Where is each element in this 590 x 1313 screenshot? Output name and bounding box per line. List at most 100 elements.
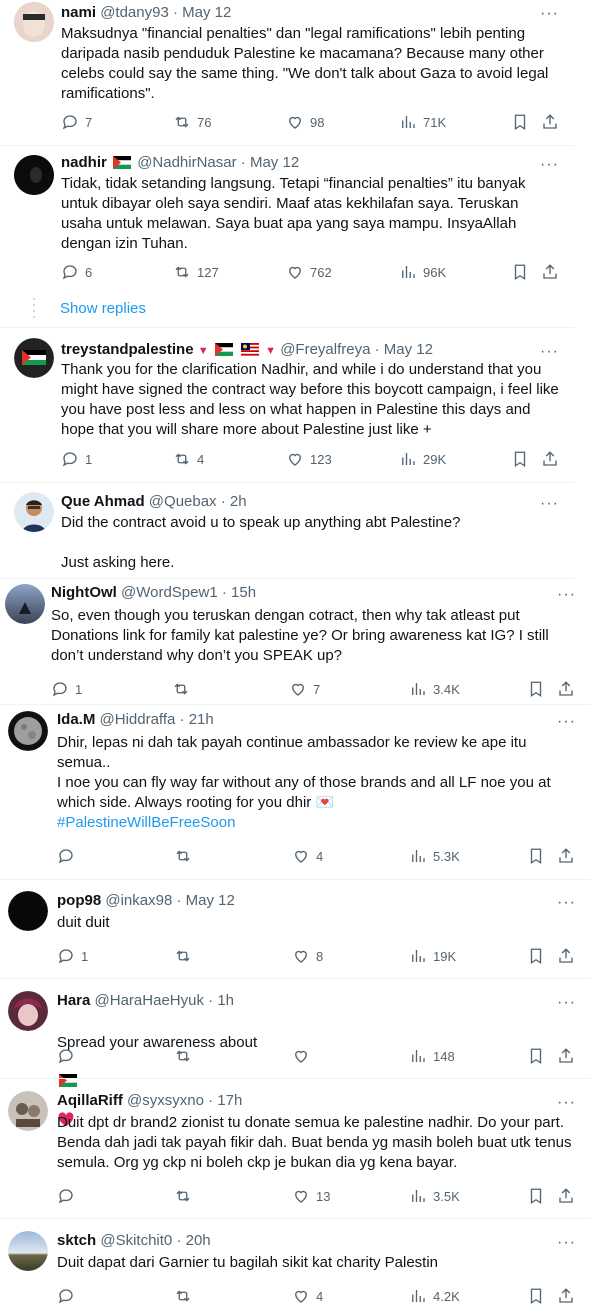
- author-name[interactable]: sktch: [57, 1232, 96, 1249]
- author-name[interactable]: AqillaRiff: [57, 1092, 123, 1109]
- author-name[interactable]: nadhir: [61, 154, 107, 171]
- author-handle[interactable]: @Skitchit0: [100, 1232, 172, 1249]
- like-button[interactable]: 98: [286, 112, 324, 132]
- bookmark-button[interactable]: [527, 1046, 545, 1066]
- avatar[interactable]: [8, 1231, 48, 1271]
- repost-button[interactable]: [174, 1286, 198, 1306]
- views-button[interactable]: 148: [409, 1046, 455, 1066]
- like-button[interactable]: 8: [292, 946, 323, 966]
- author-name[interactable]: NightOwl: [51, 584, 117, 601]
- reply-button[interactable]: [57, 1286, 81, 1306]
- more-icon[interactable]: ···: [557, 1095, 576, 1111]
- bookmark-button[interactable]: [511, 112, 529, 132]
- more-icon[interactable]: ···: [540, 157, 559, 173]
- avatar[interactable]: [8, 711, 48, 751]
- author-handle[interactable]: @tdany93: [100, 4, 169, 21]
- more-icon[interactable]: ···: [557, 895, 576, 911]
- share-button[interactable]: [557, 1186, 575, 1206]
- like-button[interactable]: 7: [289, 679, 320, 699]
- share-button[interactable]: [541, 449, 559, 469]
- author-handle[interactable]: @Hiddraffa: [100, 711, 176, 728]
- show-replies-link[interactable]: Show replies: [60, 300, 146, 317]
- timestamp[interactable]: 17h: [217, 1092, 242, 1109]
- like-button[interactable]: 13: [292, 1186, 330, 1206]
- avatar[interactable]: [8, 991, 48, 1031]
- avatar[interactable]: [14, 155, 54, 195]
- bookmark-button[interactable]: [511, 262, 529, 282]
- bookmark-button[interactable]: [511, 449, 529, 469]
- author-name[interactable]: treystandpalestine: [61, 341, 194, 358]
- share-button[interactable]: [557, 1046, 575, 1066]
- avatar[interactable]: [14, 338, 54, 378]
- bookmark-button[interactable]: [527, 946, 545, 966]
- avatar[interactable]: [8, 1091, 48, 1131]
- author-name[interactable]: Que Ahmad: [61, 493, 145, 510]
- reply-button[interactable]: 1: [51, 679, 82, 699]
- repost-button[interactable]: [174, 846, 198, 866]
- avatar[interactable]: [8, 891, 48, 931]
- repost-button[interactable]: 4: [173, 449, 204, 469]
- reply-button[interactable]: 6: [61, 262, 92, 282]
- author-handle[interactable]: @HaraHaeHyuk: [95, 992, 204, 1009]
- timestamp[interactable]: 21h: [189, 711, 214, 728]
- repost-button[interactable]: [174, 1046, 198, 1066]
- views-button[interactable]: 96K: [399, 262, 446, 282]
- author-name[interactable]: pop98: [57, 892, 101, 909]
- share-button[interactable]: [557, 846, 575, 866]
- share-button[interactable]: [541, 112, 559, 132]
- share-button[interactable]: [541, 262, 559, 282]
- reply-button[interactable]: 1: [57, 946, 88, 966]
- more-icon[interactable]: ···: [540, 344, 559, 360]
- author-name[interactable]: nami: [61, 4, 96, 21]
- like-button[interactable]: [292, 1046, 316, 1066]
- like-button[interactable]: 762: [286, 262, 332, 282]
- repost-button[interactable]: 76: [173, 112, 211, 132]
- bookmark-button[interactable]: [527, 679, 545, 699]
- reply-button[interactable]: [57, 846, 81, 866]
- repost-button[interactable]: [174, 946, 198, 966]
- repost-button[interactable]: [172, 679, 196, 699]
- more-icon[interactable]: ···: [540, 496, 559, 512]
- more-icon[interactable]: ···: [557, 1235, 576, 1251]
- share-button[interactable]: [557, 946, 575, 966]
- views-button[interactable]: 3.5K: [409, 1186, 460, 1206]
- author-handle[interactable]: @syxsyxno: [127, 1092, 204, 1109]
- like-button[interactable]: 4: [292, 846, 323, 866]
- timestamp[interactable]: 15h: [231, 584, 256, 601]
- avatar[interactable]: [5, 584, 45, 624]
- more-icon[interactable]: ···: [540, 6, 559, 22]
- repost-button[interactable]: [174, 1186, 198, 1206]
- share-button[interactable]: [557, 1286, 575, 1306]
- timestamp[interactable]: May 12: [384, 341, 433, 358]
- author-handle[interactable]: @Quebax: [149, 493, 217, 510]
- bookmark-button[interactable]: [527, 846, 545, 866]
- timestamp[interactable]: 1h: [217, 992, 234, 1009]
- reply-button[interactable]: 7: [61, 112, 92, 132]
- author-handle[interactable]: @WordSpew1: [121, 584, 218, 601]
- timestamp[interactable]: May 12: [250, 154, 299, 171]
- reply-button[interactable]: [57, 1186, 81, 1206]
- timestamp[interactable]: 2h: [230, 493, 247, 510]
- bookmark-button[interactable]: [527, 1286, 545, 1306]
- repost-button[interactable]: 127: [173, 262, 219, 282]
- author-handle[interactable]: @NadhirNasar: [137, 154, 236, 171]
- author-name[interactable]: Hara: [57, 992, 90, 1009]
- views-button[interactable]: 4.2K: [409, 1286, 460, 1306]
- avatar[interactable]: [14, 492, 54, 532]
- timestamp[interactable]: May 12: [182, 4, 231, 21]
- hashtag-link[interactable]: #PalestineWillBeFreeSoon: [57, 813, 577, 833]
- views-button[interactable]: 19K: [409, 946, 456, 966]
- author-handle[interactable]: @inkax98: [105, 892, 172, 909]
- author-handle[interactable]: @Freyalfreya: [280, 341, 370, 358]
- views-button[interactable]: 5.3K: [409, 846, 460, 866]
- reply-button[interactable]: [57, 1046, 81, 1066]
- views-button[interactable]: 29K: [399, 449, 446, 469]
- reply-button[interactable]: 1: [61, 449, 92, 469]
- more-icon[interactable]: ···: [557, 995, 576, 1011]
- timestamp[interactable]: 20h: [186, 1232, 211, 1249]
- more-icon[interactable]: ···: [557, 587, 576, 603]
- timestamp[interactable]: May 12: [186, 892, 235, 909]
- views-button[interactable]: 3.4K: [409, 679, 460, 699]
- more-icon[interactable]: ···: [557, 714, 576, 730]
- views-button[interactable]: 71K: [399, 112, 446, 132]
